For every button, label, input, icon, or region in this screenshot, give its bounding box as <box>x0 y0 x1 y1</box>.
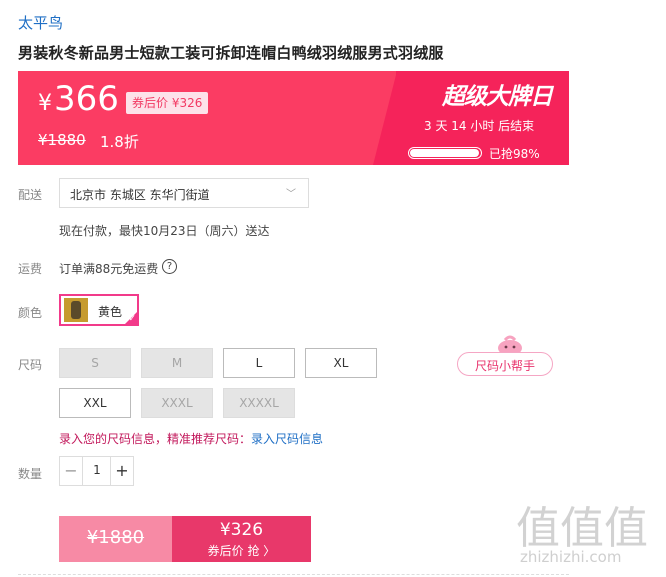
check-icon: ✓ <box>128 314 136 324</box>
size-option-xl[interactable]: XL <box>305 348 377 378</box>
discount-rate: 1.8折 <box>100 133 139 151</box>
quantity-stepper: − 1 + <box>59 456 134 486</box>
shipping-label: 运费 <box>18 262 43 276</box>
event-title: 超级大牌日 <box>442 84 553 110</box>
quantity-label: 数量 <box>18 467 43 481</box>
sold-progress-fill <box>410 149 479 157</box>
size-option-l[interactable]: L <box>223 348 295 378</box>
countdown-text: 3 天 14 小时 后结束 <box>424 119 535 133</box>
size-option-xxxxl[interactable]: XXXXL <box>223 388 295 418</box>
buy-coupon-price: ¥326 <box>219 520 264 540</box>
color-option-yellow[interactable]: 黄色 ✓ <box>59 294 139 326</box>
size-helper-label: 尺码小帮手 <box>474 359 535 373</box>
price-banner: ¥ 366 券后价 ¥326 ¥1880 1.8折 超级大牌日 3 天 14 小… <box>18 71 569 165</box>
sold-progress-text: 已抢98% <box>489 147 540 161</box>
watermark-logo: 值值值 <box>516 503 648 554</box>
banner-divider <box>373 71 397 165</box>
quantity-input[interactable]: 1 <box>83 463 111 477</box>
color-label: 颜色 <box>18 306 43 320</box>
buy-with-coupon-button[interactable]: ¥326 券后价 抢 〉 <box>172 516 311 562</box>
help-icon[interactable]: ? <box>162 259 177 274</box>
delivery-eta: 现在付款，最快10月23日（周六）送达 <box>59 224 270 238</box>
quantity-plus-button[interactable]: + <box>110 457 133 485</box>
size-tip-link[interactable]: 录入尺码信息 <box>251 432 323 446</box>
watermark: 值值值 zhizhizhi.com <box>516 492 664 572</box>
sold-progress-bar <box>408 147 482 159</box>
brand-name[interactable]: 太平鸟 <box>18 12 63 33</box>
delivery-address-select[interactable]: 北京市 东城区 东华门街道 ﹀ <box>59 178 309 208</box>
size-option-xxl[interactable]: XXL <box>59 388 131 418</box>
delivery-address-value: 北京市 东城区 东华门街道 <box>70 188 210 202</box>
delivery-label: 配送 <box>18 188 43 202</box>
chevron-down-icon: ﹀ <box>286 189 296 200</box>
size-tip-text: 录入您的尺码信息，精准推荐尺码： <box>59 432 252 446</box>
size-helper-button[interactable]: 尺码小帮手 <box>457 352 553 376</box>
size-label: 尺码 <box>18 358 43 372</box>
color-thumbnail <box>64 298 88 322</box>
watermark-text: zhizhizhi.com <box>520 548 622 566</box>
buy-original-price-button[interactable]: ¥1880 <box>59 516 172 562</box>
original-price: ¥1880 <box>38 131 86 149</box>
product-title: 男装秋冬新品男士短款工装可拆卸连帽白鸭绒羽绒服男式羽绒服 <box>18 44 444 62</box>
size-tip: 录入您的尺码信息，精准推荐尺码：录入尺码信息 <box>59 430 323 447</box>
quantity-minus-button[interactable]: − <box>60 457 83 485</box>
buy-action-label: 券后价 抢 〉 <box>207 544 276 558</box>
coupon-price-badge: 券后价 ¥326 <box>126 92 209 114</box>
color-option-label: 黄色 <box>98 305 123 319</box>
size-option-s[interactable]: S <box>59 348 131 378</box>
currency-symbol: ¥ <box>38 91 52 116</box>
divider <box>18 574 569 575</box>
current-price: 366 <box>54 79 119 119</box>
buy-original-price: ¥1880 <box>86 527 145 548</box>
size-option-m[interactable]: M <box>141 348 213 378</box>
shipping-text: 订单满88元免运费 <box>59 262 159 276</box>
size-option-xxxl[interactable]: XXXL <box>141 388 213 418</box>
